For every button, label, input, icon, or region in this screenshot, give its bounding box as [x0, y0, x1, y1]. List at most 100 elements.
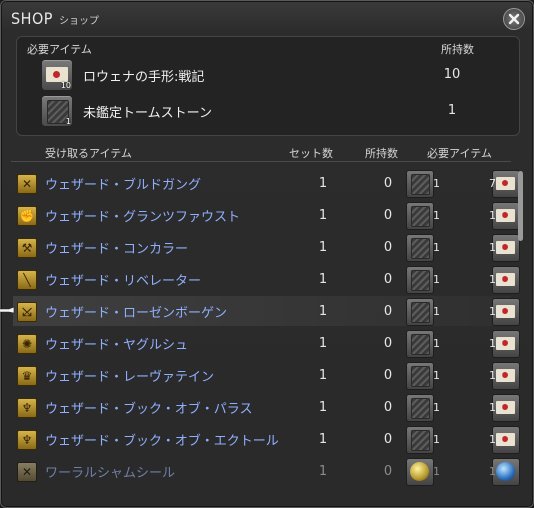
- tomestone-icon: [406, 362, 434, 390]
- cost-amount: 10: [489, 432, 503, 446]
- cost-amount: 1: [433, 336, 440, 350]
- column-header-required: 必要アイテム: [427, 147, 492, 160]
- list-item[interactable]: ♆ ウェザード・ブック・オブ・パラス 1 0 1 10: [13, 392, 520, 422]
- column-header-set: セット数: [289, 147, 333, 160]
- cost-amount: 7: [489, 176, 496, 190]
- set-count: 1: [318, 399, 328, 415]
- tomestone-icon: [406, 170, 434, 198]
- set-count: 1: [318, 239, 328, 255]
- cost-amount: 1: [433, 208, 440, 222]
- owned-count: 0: [383, 207, 393, 223]
- pointer-hand-icon: [0, 306, 15, 314]
- set-count: 1: [318, 367, 328, 383]
- window-title: SHOP: [11, 9, 53, 28]
- tomestone-icon: [406, 426, 434, 454]
- cost-amount: 1: [433, 304, 440, 318]
- set-count: 1: [318, 463, 328, 479]
- owned-count: 0: [383, 239, 393, 255]
- cost-amount: 1: [433, 464, 440, 478]
- cost-amount: 10: [489, 240, 503, 254]
- cost-amount: 10: [489, 336, 503, 350]
- job-class-icon: ♆: [17, 430, 37, 450]
- tomestone-icon: [406, 266, 434, 294]
- required-item-row[interactable]: 1 未鑑定トームストーン: [41, 95, 212, 127]
- list-item[interactable]: ⚒ ウェザード・コンカラー 1 0 1 10: [13, 232, 520, 262]
- column-header-owned: 所持数: [365, 147, 398, 160]
- owned-count: 0: [383, 271, 393, 287]
- item-name: ウェザード・レーヴァテイン: [45, 369, 215, 385]
- required-item-qty: 1: [447, 103, 457, 118]
- cost-amount: 1: [433, 432, 440, 446]
- owned-count: 0: [383, 335, 393, 351]
- owned-count: 0: [383, 431, 393, 447]
- item-name: ワーラルシャムシール: [45, 465, 176, 481]
- owned-qty-header: 所持数: [441, 43, 474, 56]
- cost-amount: 1: [433, 368, 440, 382]
- job-class-icon: ✺: [17, 334, 37, 354]
- list-item[interactable]: ✕ ウェザード・ブルドガング 1 0 1 7: [13, 168, 520, 198]
- owned-count: 0: [383, 175, 393, 191]
- scrollbar-thumb[interactable]: [518, 171, 523, 241]
- item-name: ウェザード・ブルドガング: [45, 177, 202, 193]
- cost-amount: 10: [489, 304, 503, 318]
- job-class-icon: ╲: [17, 270, 37, 290]
- shop-window: SHOP ショップ 必要アイテム 所持数 10 ロウェナの手形:戦記 10 1 …: [0, 0, 534, 508]
- item-name: ウェザード・ブック・オブ・エクトール: [45, 433, 279, 449]
- job-class-icon: ♆: [17, 398, 37, 418]
- cost-amount: 1: [433, 176, 440, 190]
- cost-amount: 10: [489, 208, 503, 222]
- cost-amount: 10: [489, 400, 503, 414]
- required-items-panel: 必要アイテム 所持数 10 ロウェナの手形:戦記 10 1 未鑑定トームストーン…: [16, 36, 520, 136]
- required-items-header: 必要アイテム: [27, 43, 92, 56]
- owned-count: 0: [383, 367, 393, 383]
- cost-amount: 10: [489, 272, 503, 286]
- list-item[interactable]: ✕ ワーラルシャムシール 1 0 1 1: [13, 456, 520, 486]
- job-class-icon: ♛: [17, 366, 37, 386]
- cost-amount: 1: [433, 240, 440, 254]
- owned-count: 0: [383, 399, 393, 415]
- required-item-qty: 10: [443, 67, 461, 82]
- list-divider: [11, 161, 511, 162]
- tomestone-icon: [406, 202, 434, 230]
- item-name: ウェザード・ヤグルシュ: [45, 337, 189, 353]
- item-name: ウェザード・ブック・オブ・パラス: [45, 401, 253, 417]
- list-item[interactable]: ✺ ウェザード・ヤグルシュ 1 0 1 10: [13, 328, 520, 358]
- job-class-icon: ✕: [17, 462, 37, 482]
- required-item-name: ロウェナの手形:戦記: [83, 69, 205, 85]
- cost-amount: 1: [433, 272, 440, 286]
- list-item[interactable]: ⤩ ウェザード・ローゼンボーゲン 1 0 1 10: [13, 296, 520, 326]
- title-bar: SHOP ショップ: [11, 9, 99, 33]
- cost-amount: 1: [433, 400, 440, 414]
- owned-count: 0: [383, 303, 393, 319]
- close-icon: [508, 13, 520, 25]
- orb-icon: [492, 458, 520, 486]
- tomestone-icon: [406, 394, 434, 422]
- set-count: 1: [318, 271, 328, 287]
- coin-icon: [406, 458, 434, 486]
- list-item[interactable]: ╲ ウェザード・リベレーター 1 0 1 10: [13, 264, 520, 294]
- tomestone-icon: [406, 330, 434, 358]
- list-item[interactable]: ♆ ウェザード・ブック・オブ・エクトール 1 0 1 10: [13, 424, 520, 454]
- window-subtitle: ショップ: [58, 16, 99, 27]
- item-name: ウェザード・コンカラー: [45, 241, 189, 257]
- set-count: 1: [318, 303, 328, 319]
- job-class-icon: ✕: [17, 174, 37, 194]
- required-item-row[interactable]: 10 ロウェナの手形:戦記: [41, 59, 204, 91]
- list-item[interactable]: ♛ ウェザード・レーヴァテイン 1 0 1 10: [13, 360, 520, 390]
- close-button[interactable]: [503, 8, 525, 30]
- job-class-icon: ⤩: [17, 302, 37, 322]
- set-count: 1: [318, 207, 328, 223]
- column-header-receive: 受け取るアイテム: [45, 147, 132, 160]
- job-class-icon: ⚒: [17, 238, 37, 258]
- item-name: ウェザード・ローゼンボーゲン: [45, 305, 228, 321]
- item-name: ウェザード・グランツファウスト: [45, 209, 241, 225]
- job-class-icon: ✊: [17, 206, 37, 226]
- cost-amount: 10: [489, 368, 503, 382]
- set-count: 1: [318, 431, 328, 447]
- item-name: ウェザード・リベレーター: [45, 273, 202, 289]
- cost-amount: 1: [489, 464, 496, 478]
- tomestone-icon: [406, 298, 434, 326]
- set-count: 1: [318, 335, 328, 351]
- letter-icon: [492, 170, 520, 198]
- list-item[interactable]: ✊ ウェザード・グランツファウスト 1 0 1 10: [13, 200, 520, 230]
